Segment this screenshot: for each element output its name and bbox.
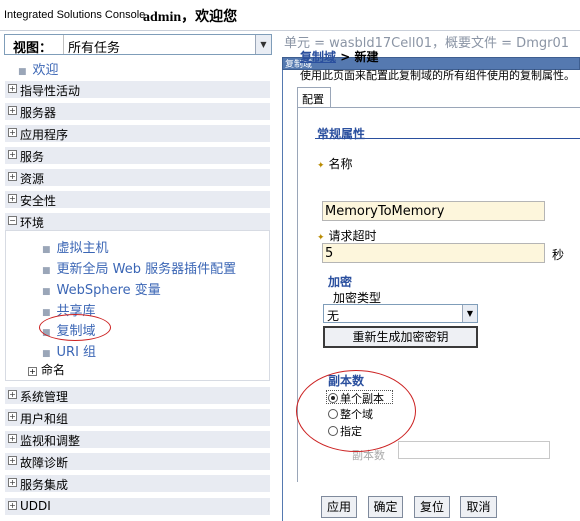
ok-button[interactable]: 确定: [368, 496, 403, 518]
tab-configuration[interactable]: 配置: [297, 87, 331, 108]
annotation-circle: [39, 314, 111, 341]
section-general-properties: 常规属性: [317, 127, 366, 141]
nav-link-welcome-label: 欢迎: [32, 63, 59, 78]
navigation-tree: 视图： 所有任务 ▼ ■ 欢迎 + 指导性活动 + 服务器 + 应用程序 + 服务 + 资源…: [0, 31, 277, 521]
bullet-icon: ■: [42, 245, 51, 255]
nav-group-label: 指导性活动: [20, 84, 81, 98]
nav-group-label: 故障诊断: [20, 456, 69, 470]
nav-group-label: 服务: [20, 150, 45, 164]
nav-group-uddi[interactable]: + UDDI: [5, 497, 270, 515]
breadcrumb-current: 新建: [354, 50, 379, 64]
section-encryption: 加密: [328, 275, 353, 289]
nav-group-security[interactable]: + 安全性: [5, 190, 270, 208]
nav-group-servers[interactable]: + 服务器: [5, 102, 270, 120]
console-brand: Integrated Solutions Console: [4, 9, 146, 21]
nav-group-label: 系统管理: [20, 390, 69, 404]
nav-link-label: 虚拟主机: [56, 241, 109, 256]
required-icon: ✦: [317, 161, 325, 171]
nav-group-applications[interactable]: + 应用程序: [5, 124, 270, 142]
expand-icon[interactable]: +: [8, 456, 17, 465]
view-selector: 视图： 所有任务 ▼: [4, 34, 272, 56]
page-description: 使用此页面来配置此复制域的所有组件使用的复制属性。: [300, 69, 575, 82]
replicas-count-field[interactable]: [398, 441, 550, 459]
timeout-unit: 秒: [552, 248, 565, 262]
bullet-icon: ■: [42, 266, 51, 276]
nav-link-welcome[interactable]: ■ 欢迎: [18, 59, 59, 78]
apply-button[interactable]: 应用: [321, 496, 357, 518]
content-pane: 单元 = wasbld17Cell01，概要文件 = Dmgr01 复制域 复制…: [282, 31, 580, 521]
expand-icon[interactable]: +: [8, 434, 17, 443]
chevron-down-icon[interactable]: ▼: [255, 35, 271, 54]
section-divider: [315, 138, 580, 139]
nav-group-label: 用户和组: [20, 412, 69, 426]
breadcrumb-separator: >: [336, 50, 355, 64]
expand-icon[interactable]: +: [8, 478, 17, 487]
nav-link-uri-groups[interactable]: ■ URI 组: [42, 341, 96, 360]
expand-icon[interactable]: +: [8, 412, 17, 421]
required-icon: ✦: [317, 233, 325, 243]
nav-group-service-integration[interactable]: + 服务集成: [5, 474, 270, 492]
bullet-icon: ■: [42, 287, 51, 297]
regenerate-key-button[interactable]: 重新生成加密密钥: [323, 326, 478, 348]
expand-icon[interactable]: +: [8, 172, 17, 181]
encryption-type-select[interactable]: 无 ▼: [323, 304, 478, 323]
nav-link-label: URI 组: [56, 345, 97, 360]
timeout-label: ✦ 请求超时: [317, 227, 377, 244]
nav-group-system-admin[interactable]: + 系统管理: [5, 386, 270, 404]
breadcrumb-link-replication-domains[interactable]: 复制域: [300, 50, 336, 64]
chevron-down-icon[interactable]: ▼: [462, 305, 477, 322]
breadcrumb: 复制域 > 新建: [300, 48, 378, 65]
welcome-message: admin，欢迎您: [143, 10, 238, 25]
expand-icon[interactable]: +: [8, 390, 17, 399]
view-dropdown-value: 所有任务: [68, 41, 121, 56]
nav-link-websphere-variables[interactable]: ■ WebSphere 变量: [42, 279, 161, 298]
nav-group-label: 监视和调整: [20, 434, 81, 448]
name-field[interactable]: MemoryToMemory: [322, 201, 545, 221]
bullet-icon: ■: [42, 308, 51, 318]
nav-group-label: 服务集成: [20, 478, 69, 492]
nav-group-label: 命名: [41, 363, 66, 377]
expand-icon[interactable]: +: [8, 194, 17, 203]
name-label-text: 名称: [328, 157, 353, 171]
expand-icon[interactable]: +: [28, 367, 37, 376]
nav-link-update-plugin[interactable]: ■ 更新全局 Web 服务器插件配置: [42, 258, 236, 277]
expand-icon[interactable]: +: [8, 106, 17, 115]
nav-group-troubleshooting[interactable]: + 故障诊断: [5, 452, 270, 470]
nav-group-label: UDDI: [20, 499, 51, 513]
nav-group-label: 应用程序: [20, 128, 69, 142]
view-dropdown[interactable]: 所有任务 ▼: [63, 35, 271, 56]
nav-group-label: 环境: [20, 216, 45, 230]
encryption-type-value: 无: [327, 309, 340, 323]
nav-group-naming[interactable]: + 命名: [28, 361, 65, 378]
annotation-circle: [296, 370, 416, 452]
expand-icon[interactable]: +: [8, 84, 17, 93]
nav-group-label: 资源: [20, 172, 45, 186]
bullet-icon: ■: [42, 349, 51, 359]
expand-icon[interactable]: +: [8, 128, 17, 137]
nav-group-environment[interactable]: − 环境: [5, 212, 270, 230]
environment-submenu: ■ 虚拟主机 ■ 更新全局 Web 服务器插件配置 ■ WebSphere 变量 ■ 共…: [5, 230, 270, 381]
top-banner: Integrated Solutions Console admin，欢迎您: [0, 0, 580, 31]
nav-link-label: WebSphere 变量: [56, 283, 161, 298]
nav-group-resources[interactable]: + 资源: [5, 168, 270, 186]
cancel-button[interactable]: 取消: [460, 496, 497, 518]
nav-group-guided-activities[interactable]: + 指导性活动: [5, 80, 270, 98]
nav-group-label: 服务器: [20, 106, 57, 120]
nav-group-users-groups[interactable]: + 用户和组: [5, 408, 270, 426]
view-label: 视图：: [13, 41, 53, 56]
nav-group-label: 安全性: [20, 194, 57, 208]
nav-link-label: 更新全局 Web 服务器插件配置: [56, 262, 237, 277]
bullet-icon: ■: [18, 67, 27, 77]
reset-button[interactable]: 复位: [414, 496, 450, 518]
nav-group-services[interactable]: + 服务: [5, 146, 270, 164]
nav-link-virtual-hosts[interactable]: ■ 虚拟主机: [42, 237, 109, 256]
expand-icon[interactable]: +: [8, 150, 17, 159]
collapse-icon[interactable]: −: [8, 216, 17, 225]
timeout-label-text: 请求超时: [328, 229, 377, 243]
expand-icon[interactable]: +: [8, 501, 17, 510]
name-label: ✦ 名称: [317, 155, 353, 172]
timeout-field[interactable]: 5: [322, 243, 545, 263]
nav-group-monitoring[interactable]: + 监视和调整: [5, 430, 270, 448]
